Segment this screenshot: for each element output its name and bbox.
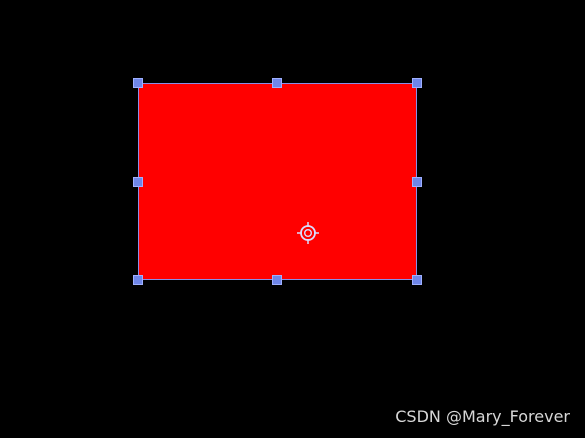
middle-right-resize-handle[interactable] [412, 177, 422, 187]
bottom-left-resize-handle[interactable] [133, 275, 143, 285]
top-middle-resize-handle[interactable] [272, 78, 282, 88]
design-canvas[interactable]: CSDN @Mary_Forever [0, 0, 585, 438]
middle-left-resize-handle[interactable] [133, 177, 143, 187]
selected-red-rectangle[interactable] [138, 83, 417, 280]
bottom-middle-resize-handle[interactable] [272, 275, 282, 285]
anchor-point-glyph [297, 222, 319, 244]
anchor-point-icon[interactable] [295, 220, 321, 246]
top-left-resize-handle[interactable] [133, 78, 143, 88]
watermark-text: CSDN @Mary_Forever [395, 407, 570, 426]
top-right-resize-handle[interactable] [412, 78, 422, 88]
bottom-right-resize-handle[interactable] [412, 275, 422, 285]
